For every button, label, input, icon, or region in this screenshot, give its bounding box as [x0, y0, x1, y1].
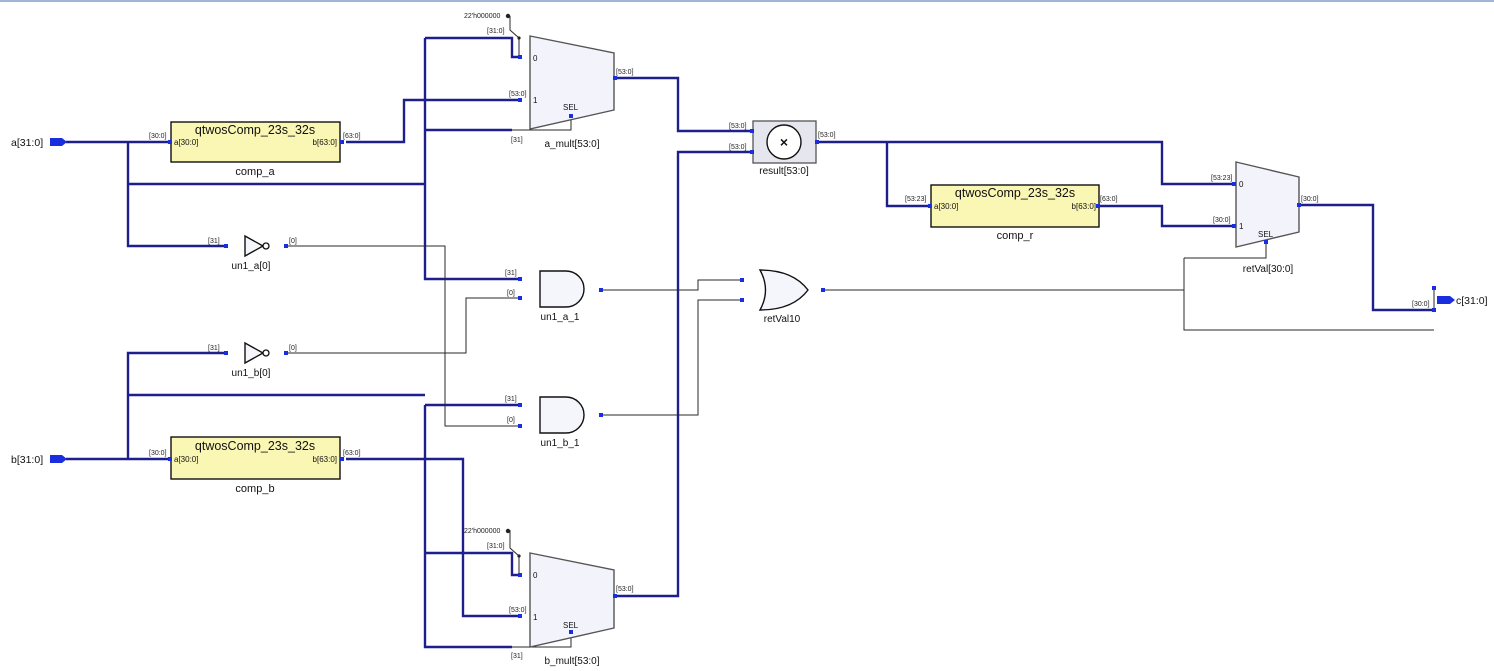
- mux-sel-label: SEL: [1258, 230, 1274, 239]
- bus-label: [30:0]: [149, 133, 167, 140]
- comp-a-block[interactable]: qtwosComp_23s_32s a[30:0] b[63:0] comp_a: [170, 121, 341, 178]
- input-port-b[interactable]: b[31:0]: [11, 454, 67, 466]
- un1-b-1-label: un1_b_1: [541, 438, 580, 449]
- mux-in1-label: 1: [533, 613, 538, 622]
- bus-label: [53:0]: [729, 123, 747, 130]
- bus-label: [31:0]: [487, 543, 505, 550]
- input-port-a[interactable]: a[31:0]: [11, 137, 67, 149]
- port-b-label: b[31:0]: [11, 454, 43, 466]
- bus-label: [63:0]: [1100, 196, 1118, 203]
- comp-b-instance: comp_b: [235, 483, 274, 495]
- bus-label: [0]: [289, 345, 297, 352]
- inverter-un1-b0[interactable]: un1_b[0]: [232, 341, 271, 379]
- port-arrow-icon: [50, 138, 67, 146]
- bus-label: [53:0]: [729, 144, 747, 151]
- comp-b-module: qtwosComp_23s_32s: [195, 439, 315, 453]
- b-mult-mux[interactable]: 0 1 SEL b_mult[53:0]: [529, 552, 615, 667]
- bus-label: [31]: [511, 137, 523, 144]
- retval10-label: retVal10: [764, 314, 801, 325]
- mux-in0-label: 0: [533, 571, 538, 580]
- bus-label: [31]: [505, 270, 517, 277]
- bus-label: [63:0]: [343, 133, 361, 140]
- bus-label: [31]: [511, 653, 523, 660]
- bus-label: [53:0]: [616, 586, 634, 593]
- bus-label: [53:0]: [509, 607, 527, 614]
- un1-a0-label: un1_a[0]: [232, 261, 271, 272]
- comp-r-instance: comp_r: [997, 230, 1034, 242]
- bus-label: [53:0]: [616, 69, 634, 76]
- retval-instance: retVal[30:0]: [1243, 264, 1294, 275]
- bus-label: [0]: [289, 238, 297, 245]
- a-mult-mux[interactable]: 0 1 SEL a_mult[53:0]: [529, 35, 615, 150]
- multiplier-block[interactable]: × result[53:0]: [752, 120, 817, 177]
- comp-b-pin-b: b[63:0]: [313, 455, 337, 464]
- mux-in0-label: 0: [1239, 180, 1244, 189]
- bus-label: [30:0]: [1301, 196, 1319, 203]
- mux-sel-label: SEL: [563, 103, 579, 112]
- multiply-icon: ×: [780, 134, 788, 150]
- output-port-c[interactable]: c[31:0]: [1437, 295, 1488, 307]
- or-gate-retval10[interactable]: retVal10: [758, 269, 809, 325]
- inverter-un1-a0[interactable]: un1_a[0]: [232, 234, 271, 272]
- multiplier-instance: result[53:0]: [759, 166, 809, 177]
- comp-a-pin-b: b[63:0]: [313, 138, 337, 147]
- bus-label: [31]: [208, 345, 220, 352]
- comp-b-block[interactable]: qtwosComp_23s_32s a[30:0] b[63:0] comp_b: [170, 436, 341, 495]
- bus-label: [53:23]: [905, 196, 926, 203]
- comp-r-pin-b: b[63:0]: [1072, 202, 1096, 211]
- un1-b0-label: un1_b[0]: [232, 368, 271, 379]
- bus-label: [31:0]: [487, 28, 505, 35]
- comp-r-pin-a: a[30:0]: [934, 202, 958, 211]
- mux-in0-label: 0: [533, 54, 538, 63]
- b-const-label: 22'h000000: [464, 528, 500, 535]
- and-gate-un1-a-1[interactable]: un1_a_1: [539, 270, 585, 323]
- port-a-label: a[31:0]: [11, 137, 43, 149]
- port-arrow-icon: [50, 455, 67, 463]
- a-const-label: 22'h000000: [464, 13, 500, 20]
- mux-in1-label: 1: [1239, 222, 1244, 231]
- pin-dots: [168, 13, 1436, 634]
- and-gate-un1-b-1[interactable]: un1_b_1: [539, 396, 585, 449]
- bus-label: [30:0]: [149, 450, 167, 457]
- bus-label: [30:0]: [1412, 301, 1430, 308]
- bus-label: [31]: [505, 396, 517, 403]
- bus-label: [31]: [208, 238, 220, 245]
- comp-r-module: qtwosComp_23s_32s: [955, 186, 1075, 200]
- bus-label: [0]: [507, 417, 515, 424]
- bus-label: [63:0]: [343, 450, 361, 457]
- comp-a-module: qtwosComp_23s_32s: [195, 123, 315, 137]
- comp-a-pin-a: a[30:0]: [174, 138, 198, 147]
- un1-a-1-label: un1_a_1: [541, 312, 580, 323]
- mux-in1-label: 1: [533, 96, 538, 105]
- bus-label: [0]: [507, 290, 515, 297]
- mux-sel-label: SEL: [563, 621, 579, 630]
- bus-label: [53:23]: [1211, 175, 1232, 182]
- port-arrow-icon: [1437, 296, 1455, 304]
- bus-label: [53:0]: [509, 91, 527, 98]
- b-mult-instance: b_mult[53:0]: [544, 656, 599, 667]
- bus-label: [30:0]: [1213, 217, 1231, 224]
- comp-r-block[interactable]: qtwosComp_23s_32s a[30:0] b[63:0] comp_r: [930, 184, 1100, 242]
- comp-b-pin-a: a[30:0]: [174, 455, 198, 464]
- bus-label: [53:0]: [818, 132, 836, 139]
- port-c-label: c[31:0]: [1456, 295, 1488, 307]
- comp-a-instance: comp_a: [235, 166, 275, 178]
- schematic-canvas[interactable]: a[31:0] b[31:0] c[31:0] qtwosComp_23s_32…: [0, 0, 1494, 671]
- a-mult-instance: a_mult[53:0]: [544, 139, 599, 150]
